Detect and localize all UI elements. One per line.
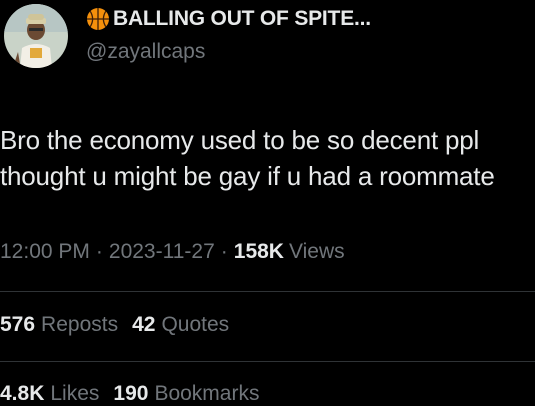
meta-separator: · (220, 240, 228, 263)
display-name[interactable]: BALLING OUT OF SPITE... (113, 7, 371, 31)
basketball-icon (86, 7, 110, 31)
name-row: BALLING OUT OF SPITE... (86, 6, 371, 32)
tweet-date[interactable]: 2023-11-27 (109, 240, 215, 264)
tweet-text-line: thought u might be gay if u had a roomma… (0, 161, 495, 191)
user-handle[interactable]: @zayallcaps (86, 40, 371, 64)
tweet-time[interactable]: 12:00 PM (0, 240, 90, 264)
tweet-text-line: Bro the economy used to be so decent ppl (0, 125, 480, 155)
avatar[interactable] (4, 4, 68, 68)
views-count: 158K (233, 240, 284, 263)
reposts-count: 576 (0, 313, 36, 336)
quotes-label: Quotes (161, 313, 230, 336)
quotes-count: 42 (132, 313, 156, 336)
bookmarks-label: Bookmarks (154, 382, 260, 405)
meta-separator: · (95, 240, 103, 263)
divider (0, 361, 535, 362)
tweet-detail: BALLING OUT OF SPITE... @zayallcaps Bro … (0, 0, 535, 406)
bookmarks-stat[interactable]: 190 Bookmarks (113, 382, 259, 406)
likes-count: 4.8K (0, 382, 45, 405)
views-label: Views (288, 240, 345, 263)
tweet-text: Bro the economy used to be so decent ppl… (0, 122, 535, 194)
likes-label: Likes (50, 382, 100, 405)
bookmarks-count: 190 (113, 382, 149, 405)
divider (0, 291, 535, 292)
engagement-row-likes-bookmarks: 4.8K Likes 190 Bookmarks (0, 382, 273, 406)
reposts-stat[interactable]: 576 Reposts (0, 313, 118, 337)
likes-stat[interactable]: 4.8K Likes (0, 382, 99, 406)
author-block[interactable]: BALLING OUT OF SPITE... @zayallcaps (86, 6, 371, 64)
quotes-stat[interactable]: 42 Quotes (132, 313, 229, 337)
reposts-label: Reposts (41, 313, 119, 336)
tweet-meta: 12:00 PM · 2023-11-27 · 158K Views (0, 240, 345, 264)
engagement-row-reposts-quotes: 576 Reposts 42 Quotes (0, 313, 243, 337)
